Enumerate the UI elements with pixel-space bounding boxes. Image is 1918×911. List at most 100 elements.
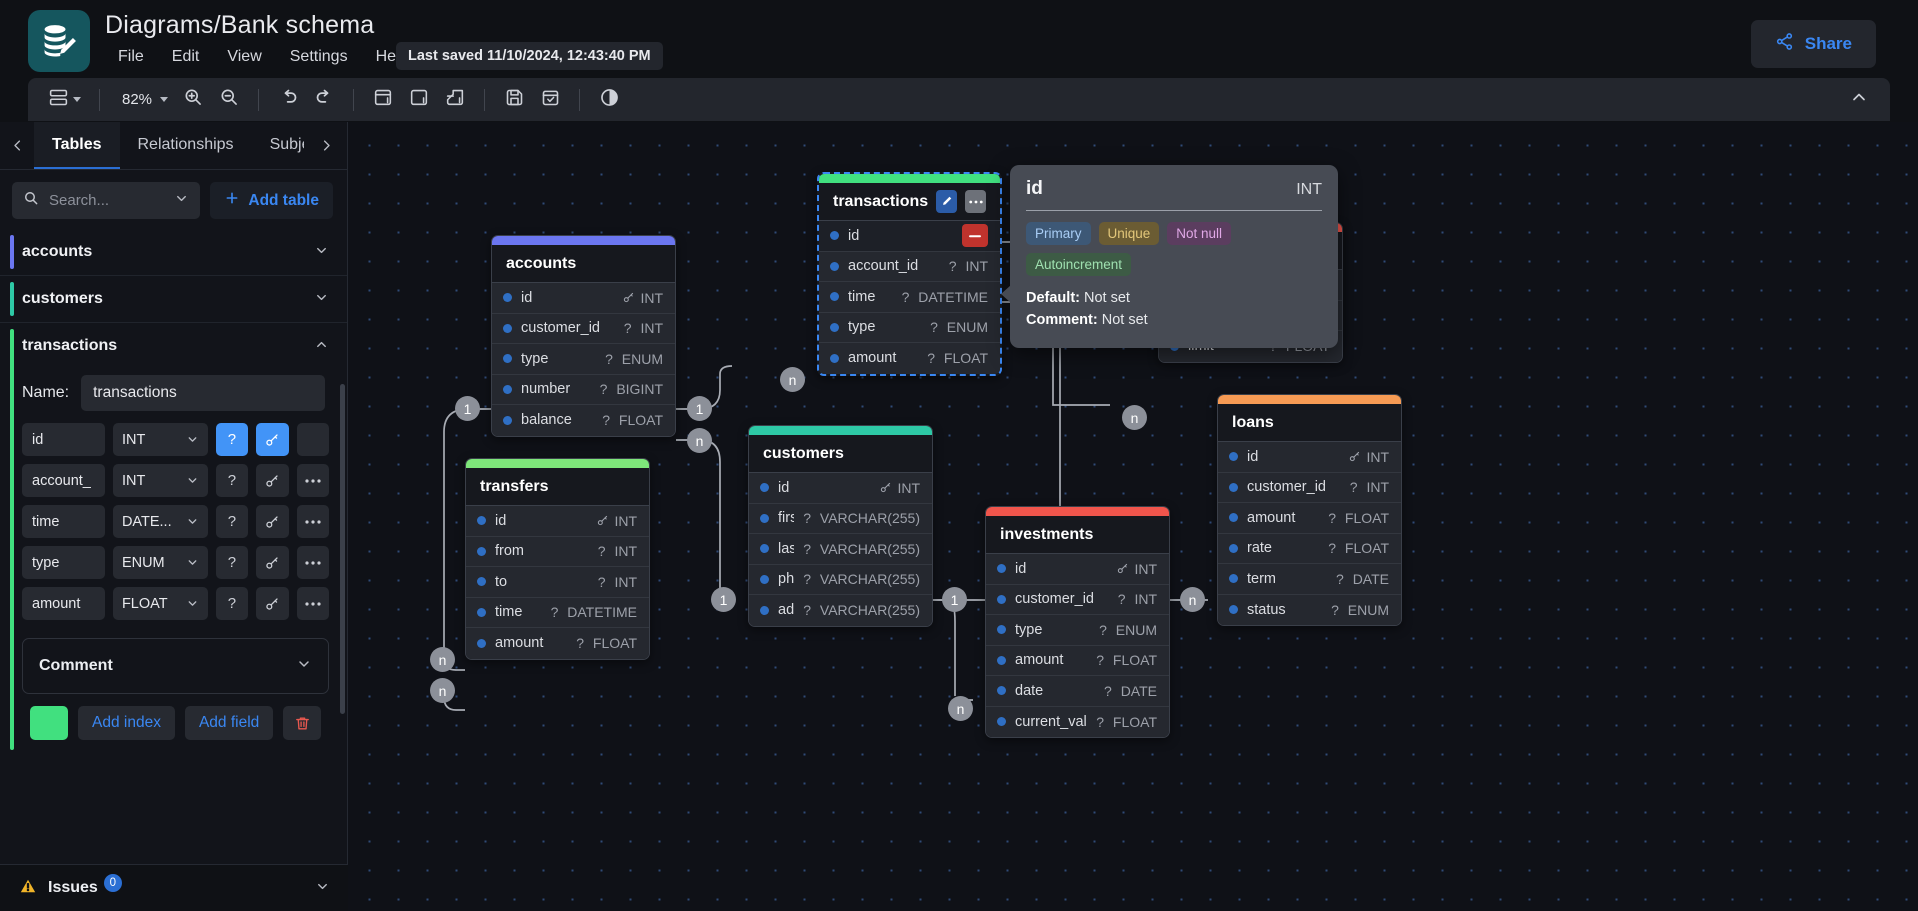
table-field-row[interactable]: current_val? FLOAT bbox=[986, 707, 1169, 738]
search-input[interactable]: Search... bbox=[12, 182, 200, 219]
table-field-row[interactable]: rate? FLOAT bbox=[1218, 534, 1401, 565]
table-field-row[interactable]: type? ENUM bbox=[819, 313, 1000, 344]
chevron-up-icon[interactable] bbox=[314, 337, 329, 355]
comment-accordion[interactable]: Comment bbox=[22, 638, 329, 694]
table-field-row[interactable]: amount? FLOAT bbox=[819, 343, 1000, 374]
key-icon[interactable] bbox=[256, 423, 288, 456]
trash-icon[interactable] bbox=[283, 706, 321, 740]
table-field-row[interactable]: to? INT bbox=[466, 567, 649, 598]
table-field-row[interactable]: idINT bbox=[986, 554, 1169, 585]
tabs-prev-button[interactable] bbox=[0, 122, 34, 169]
add-table-button-sidebar[interactable]: Add table bbox=[210, 182, 333, 219]
table-field-row[interactable]: phone? VARCHAR(255) bbox=[749, 565, 932, 596]
table-field-row[interactable]: amount? FLOAT bbox=[1218, 503, 1401, 534]
list-item[interactable]: customers bbox=[0, 276, 347, 323]
field-nullable-toggle[interactable]: ? bbox=[216, 546, 248, 579]
field-type-select[interactable]: INT bbox=[113, 464, 208, 497]
layout-menu-button[interactable] bbox=[42, 83, 87, 117]
share-button[interactable]: Share bbox=[1751, 20, 1876, 68]
table-field-row[interactable]: amount? FLOAT bbox=[466, 628, 649, 659]
field-name-input[interactable]: account_ bbox=[22, 464, 105, 497]
add-note-button[interactable] bbox=[438, 83, 472, 117]
key-icon[interactable] bbox=[256, 546, 288, 579]
table-field-row[interactable]: balance? FLOAT bbox=[492, 405, 675, 436]
table-field-row[interactable]: type? ENUM bbox=[492, 344, 675, 375]
table-field-row[interactable]: idINT bbox=[466, 506, 649, 537]
edit-table-button[interactable] bbox=[936, 190, 957, 213]
menu-view[interactable]: View bbox=[213, 44, 275, 70]
zoom-level-display[interactable]: 82% bbox=[112, 83, 174, 117]
table-field-row[interactable]: idINT bbox=[749, 473, 932, 504]
field-type-select[interactable]: INT bbox=[113, 423, 208, 456]
undo-button[interactable] bbox=[271, 83, 305, 117]
add-index-button[interactable]: Add index bbox=[78, 706, 175, 740]
add-field-button[interactable]: Add field bbox=[185, 706, 273, 740]
field-more-button[interactable]: ellipsis-icon bbox=[297, 423, 329, 456]
field-type-select[interactable]: DATE... bbox=[113, 505, 208, 538]
field-more-button[interactable] bbox=[297, 505, 329, 538]
table-field-row[interactable]: idINT bbox=[1218, 442, 1401, 473]
table-field-row[interactable]: time? DATETIME bbox=[466, 598, 649, 629]
table-field-row[interactable]: idINT bbox=[492, 283, 675, 314]
add-table-button[interactable] bbox=[366, 83, 400, 117]
field-name-input[interactable]: time bbox=[22, 505, 105, 538]
field-type-select[interactable]: ENUM bbox=[113, 546, 208, 579]
table-field-row[interactable]: amount? FLOAT bbox=[986, 646, 1169, 677]
field-nullable-toggle[interactable]: ? bbox=[216, 423, 248, 456]
field-type-select[interactable]: FLOAT bbox=[113, 587, 208, 620]
table-field-row[interactable]: account_id? INT bbox=[819, 252, 1000, 283]
field-nullable-toggle[interactable]: ? bbox=[216, 505, 248, 538]
table-field-row[interactable]: customer_id? INT bbox=[986, 585, 1169, 616]
menu-edit[interactable]: Edit bbox=[158, 44, 214, 70]
table-field-row[interactable]: customer_id? INT bbox=[492, 314, 675, 345]
table-field-row[interactable]: last_na...? VARCHAR(255) bbox=[749, 534, 932, 565]
field-nullable-toggle[interactable]: ? bbox=[216, 587, 248, 620]
key-icon[interactable] bbox=[256, 464, 288, 497]
table-node-investments[interactable]: investments idINT customer_id? INT type?… bbox=[985, 506, 1170, 738]
menu-settings[interactable]: Settings bbox=[276, 44, 362, 70]
table-field-row[interactable]: customer_id? INT bbox=[1218, 473, 1401, 504]
field-more-button[interactable] bbox=[297, 464, 329, 497]
field-name-input[interactable]: amount bbox=[22, 587, 105, 620]
issues-bar[interactable]: Issues 0 bbox=[0, 864, 348, 911]
list-item[interactable]: accounts bbox=[0, 229, 347, 276]
field-nullable-toggle[interactable]: ? bbox=[216, 464, 248, 497]
table-field-row[interactable]: term? DATE bbox=[1218, 564, 1401, 595]
key-icon[interactable] bbox=[256, 587, 288, 620]
tabs-next-button[interactable] bbox=[309, 122, 343, 169]
table-node-accounts[interactable]: accounts idINT customer_id? INT type? EN… bbox=[491, 235, 676, 437]
add-area-button[interactable] bbox=[402, 83, 436, 117]
table-field-row[interactable]: time? DATETIME bbox=[819, 282, 1000, 313]
field-more-button[interactable] bbox=[297, 546, 329, 579]
zoom-out-button[interactable] bbox=[212, 83, 246, 117]
table-field-row[interactable]: number? BIGINT bbox=[492, 375, 675, 406]
table-field-row[interactable]: from? INT bbox=[466, 537, 649, 568]
chevron-down-icon[interactable] bbox=[314, 243, 329, 261]
tab-tables[interactable]: Tables bbox=[34, 122, 120, 169]
table-node-transactions[interactable]: transactions id account_id? INT time? DA… bbox=[817, 172, 1002, 376]
chevron-down-icon[interactable] bbox=[174, 191, 189, 211]
table-field-row[interactable]: type? ENUM bbox=[986, 615, 1169, 646]
table-more-button[interactable] bbox=[965, 190, 986, 213]
redo-button[interactable] bbox=[307, 83, 341, 117]
save-button[interactable] bbox=[497, 83, 531, 117]
zoom-in-button[interactable] bbox=[176, 83, 210, 117]
theme-toggle-button[interactable] bbox=[592, 83, 626, 117]
table-field-row[interactable]: address? VARCHAR(255) bbox=[749, 595, 932, 626]
key-icon[interactable] bbox=[256, 505, 288, 538]
table-color-picker[interactable] bbox=[30, 706, 68, 740]
table-field-row[interactable]: date? DATE bbox=[986, 676, 1169, 707]
table-name-input[interactable]: transactions bbox=[81, 375, 325, 411]
field-more-button[interactable] bbox=[297, 587, 329, 620]
collapse-toolbar-button[interactable] bbox=[1842, 83, 1876, 117]
list-item[interactable]: transactions bbox=[0, 323, 347, 365]
menu-file[interactable]: File bbox=[104, 44, 158, 70]
table-node-customers[interactable]: customers idINT first_na...? VARCHAR(255… bbox=[748, 425, 933, 627]
table-field-row[interactable]: id bbox=[819, 221, 1000, 252]
field-name-input[interactable]: type bbox=[22, 546, 105, 579]
tab-subject-areas[interactable]: Subject areas bbox=[252, 122, 304, 169]
table-field-row[interactable]: status? ENUM bbox=[1218, 595, 1401, 626]
sidebar-scrollbar[interactable] bbox=[340, 384, 345, 714]
table-node-loans[interactable]: loans idINT customer_id? INT amount? FLO… bbox=[1217, 394, 1402, 626]
remove-field-button[interactable] bbox=[962, 224, 988, 247]
